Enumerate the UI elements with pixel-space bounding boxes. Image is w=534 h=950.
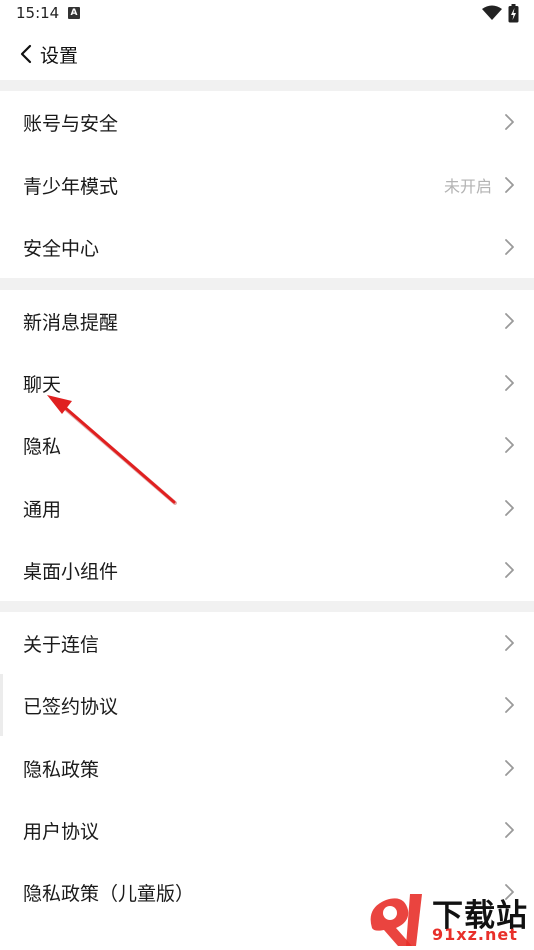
- page-title: 设置: [40, 45, 79, 67]
- settings-item-label: 桌面小组件: [23, 560, 119, 583]
- settings-item-label: 用户协议: [23, 820, 100, 843]
- chevron-right-icon: [505, 760, 514, 776]
- settings-item-user-agreement[interactable]: 用户协议: [0, 799, 534, 861]
- settings-item-label: 账号与安全: [23, 112, 119, 135]
- settings-item-new-message-alerts[interactable]: 新消息提醒: [0, 290, 534, 352]
- settings-item-privacy[interactable]: 隐私: [0, 414, 534, 476]
- chevron-right-icon: [505, 375, 514, 391]
- settings-item-label: 新消息提醒: [23, 311, 119, 334]
- settings-item-label: 安全中心: [23, 237, 100, 260]
- settings-item-security-center[interactable]: 安全中心: [0, 216, 534, 278]
- notification-a-icon: A: [68, 7, 80, 19]
- settings-item-label: 关于连信: [23, 633, 100, 656]
- title-bar: 设置: [0, 28, 534, 80]
- status-time: 15:14: [16, 4, 60, 22]
- settings-item-youth-mode[interactable]: 青少年模式 未开启: [0, 154, 534, 216]
- chevron-right-icon: [505, 177, 514, 193]
- chevron-right-icon: [505, 562, 514, 578]
- scroll-edge-indicator: [0, 674, 3, 736]
- settings-item-chat[interactable]: 聊天: [0, 352, 534, 414]
- chevron-right-icon: [505, 437, 514, 453]
- settings-item-label: 已签约协议: [23, 695, 119, 718]
- settings-item-privacy-policy[interactable]: 隐私政策: [0, 737, 534, 799]
- group-divider: [0, 278, 534, 290]
- battery-charging-icon: [508, 4, 519, 23]
- watermark: 下载站 91xz.net: [364, 888, 534, 950]
- settings-item-label: 隐私政策: [23, 758, 100, 781]
- settings-item-about[interactable]: 关于连信: [0, 612, 534, 674]
- wifi-icon: [482, 5, 502, 20]
- settings-item-general[interactable]: 通用: [0, 477, 534, 539]
- chevron-left-icon: [20, 44, 32, 64]
- group-divider: [0, 80, 534, 91]
- group-divider: [0, 601, 534, 612]
- settings-item-account-security[interactable]: 账号与安全: [0, 91, 534, 153]
- settings-item-label: 通用: [23, 498, 62, 521]
- chevron-right-icon: [505, 500, 514, 516]
- chevron-right-icon: [505, 635, 514, 651]
- chevron-right-icon: [505, 697, 514, 713]
- chevron-right-icon: [505, 822, 514, 838]
- settings-item-label: 隐私: [23, 435, 62, 458]
- watermark-site: 91xz.net: [432, 925, 518, 944]
- status-bar: 15:14 A: [0, 0, 534, 28]
- chevron-right-icon: [505, 114, 514, 130]
- settings-item-label: 隐私政策（儿童版）: [23, 882, 195, 905]
- back-button[interactable]: [12, 40, 40, 68]
- chevron-right-icon: [505, 313, 514, 329]
- settings-item-desktop-widgets[interactable]: 桌面小组件: [0, 539, 534, 601]
- settings-item-signed-agreements[interactable]: 已签约协议: [0, 674, 534, 736]
- chevron-right-icon: [505, 239, 514, 255]
- watermark-logo-icon: [370, 894, 422, 946]
- settings-item-label: 青少年模式: [23, 175, 119, 198]
- youth-mode-status: 未开启: [443, 177, 492, 196]
- settings-item-label: 聊天: [23, 373, 62, 396]
